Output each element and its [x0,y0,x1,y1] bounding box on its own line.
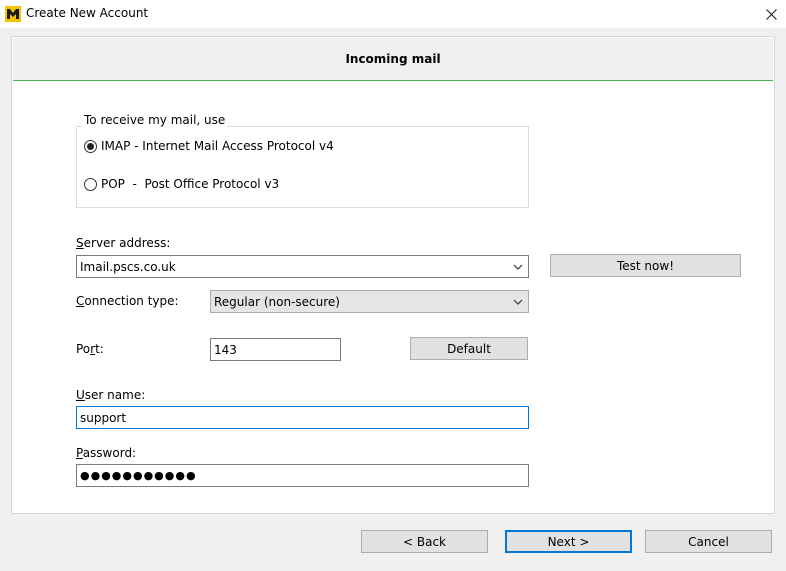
imap-radio-label: IMAP - Internet Mail Access Protocol v4 [101,139,334,153]
default-port-button[interactable]: Default [410,337,528,360]
test-now-button[interactable]: Test now! [550,254,741,277]
close-button[interactable] [756,0,786,28]
pop-radio[interactable]: POP - Post Office Protocol v3 [84,177,279,191]
port-input[interactable]: 143 [210,338,341,361]
server-address-label: Server address: [76,236,171,250]
title-bar: Create New Account [0,0,786,28]
server-address-combo[interactable]: Imail.pscs.co.uk [76,255,529,278]
radio-circle-unchecked [84,177,97,191]
user-name-input[interactable]: support [76,406,529,429]
radio-circle-checked [84,139,97,153]
back-button[interactable]: < Back [361,530,488,553]
connection-type-value: Regular (non-secure) [214,294,340,309]
cancel-button[interactable]: Cancel [645,530,772,553]
user-name-label: User name: [76,388,146,402]
pop-radio-label: POP - Post Office Protocol v3 [101,177,280,191]
server-address-value: Imail.pscs.co.uk [80,259,176,274]
protocol-group-legend: To receive my mail, use [82,113,228,127]
chevron-down-icon [513,264,523,270]
password-label: Password: [76,446,137,460]
window-title: Create New Account [26,6,149,20]
next-button[interactable]: Next > [505,530,632,553]
password-mask: ●●●●●●●●●●● [80,469,197,482]
close-icon [765,8,777,20]
port-label: Port: [76,342,104,356]
imap-radio[interactable]: IMAP - Internet Mail Access Protocol v4 [84,139,334,153]
chevron-down-icon [513,299,523,305]
connection-type-combo[interactable]: Regular (non-secure) [210,290,529,313]
page-title: Incoming mail [13,38,773,81]
password-input[interactable]: ●●●●●●●●●●● [76,464,529,487]
app-icon [5,6,21,22]
connection-type-label: Connection type: [76,294,179,308]
